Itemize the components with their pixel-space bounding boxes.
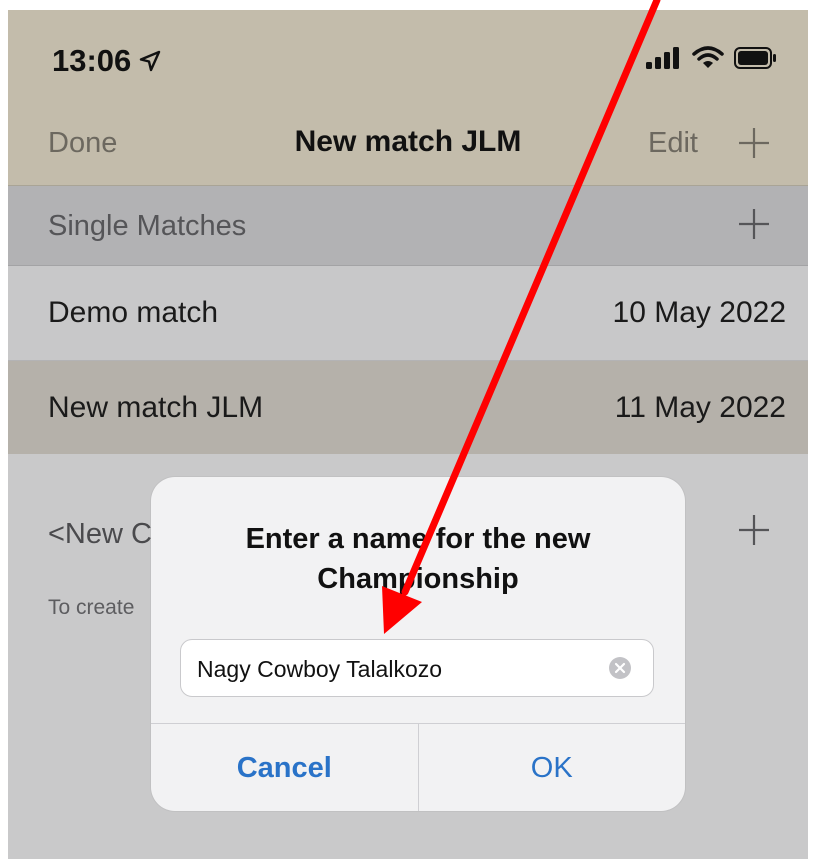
cancel-button[interactable]: Cancel: [151, 724, 419, 811]
done-button[interactable]: Done: [48, 127, 117, 160]
status-time-group: 13:06: [52, 43, 161, 79]
status-time: 13:06: [52, 43, 132, 78]
alert-title: Enter a name for the new Championship: [191, 519, 645, 599]
status-icons: [646, 46, 778, 70]
plus-icon[interactable]: [736, 512, 772, 548]
alert-title-line: Enter a name for the new: [245, 523, 591, 555]
match-row[interactable]: Demo match 10 May 2022: [8, 266, 808, 361]
ok-button[interactable]: OK: [419, 724, 686, 811]
alert-title-line: Championship: [317, 563, 519, 595]
navigation-bar: Done New match JLM Edit: [8, 105, 808, 186]
wifi-icon: [692, 46, 724, 68]
alert-actions: Cancel OK: [151, 723, 685, 811]
match-date: 11 May 2022: [614, 391, 786, 424]
championship-label: <New C: [48, 518, 152, 550]
battery-icon: [734, 47, 776, 69]
phone-screen: 13:06 Done New match JLM Edit Single Mat…: [8, 10, 808, 859]
match-date: 10 May 2022: [612, 296, 786, 329]
match-name: Demo match: [48, 296, 219, 329]
location-arrow-icon: [140, 50, 161, 72]
championship-name-input[interactable]: [195, 640, 599, 698]
edit-button[interactable]: Edit: [648, 127, 698, 160]
clear-circle-icon[interactable]: [609, 657, 631, 679]
section-header-single-matches: Single Matches: [8, 186, 808, 266]
plus-icon[interactable]: [736, 125, 772, 161]
plus-icon[interactable]: [736, 206, 772, 242]
championship-hint: To create: [48, 596, 135, 619]
section-title: Single Matches: [48, 210, 247, 242]
championship-name-field[interactable]: [180, 639, 654, 698]
new-championship-alert: Enter a name for the new Championship Ca…: [151, 477, 685, 811]
match-name: New match JLM: [48, 391, 264, 424]
status-bar: 13:06: [8, 10, 808, 105]
match-row-selected[interactable]: New match JLM 11 May 2022: [8, 361, 808, 454]
signal-icon: [646, 47, 679, 69]
